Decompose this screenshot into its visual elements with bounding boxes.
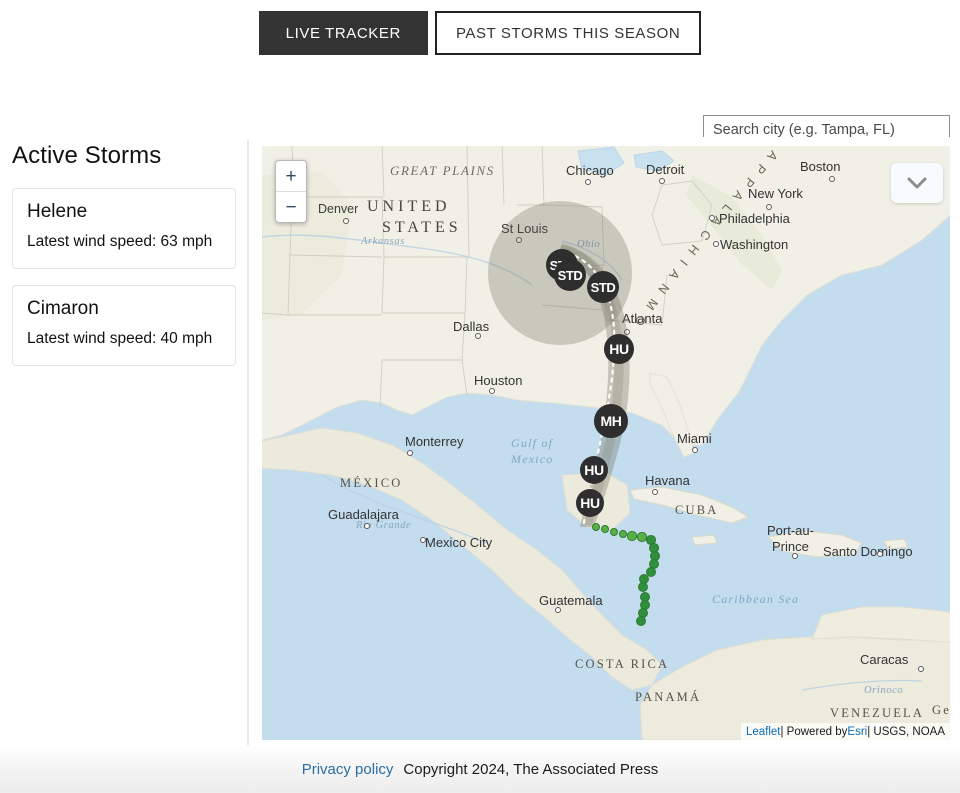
svg-text:A P P A L A C H I A N M O U N: A P P A L A C H I A N M O U N T A I N S — [262, 145, 780, 331]
appalachian-mountains-label: A P P A L A C H I A N M O U N T A I N S — [262, 145, 780, 331]
storm-wind-speed: Latest wind speed: 63 mph — [27, 233, 213, 250]
storm-category-marker[interactable]: HU — [580, 456, 608, 484]
storm-name: Helene — [27, 201, 88, 222]
leaflet-link[interactable]: Leaflet — [746, 726, 781, 738]
storm-name: Cimaron — [27, 298, 99, 320]
storm-track-point[interactable] — [636, 616, 646, 626]
chevron-down-icon — [907, 177, 927, 188]
tab-live-tracker[interactable]: LIVE TRACKER — [258, 11, 428, 55]
esri-link[interactable]: Esri — [847, 726, 867, 738]
storm-category-marker[interactable]: STD — [554, 259, 586, 291]
storm-track-point[interactable] — [638, 582, 648, 592]
view-tabs: LIVE TRACKER PAST STORMS THIS SEASON — [0, 0, 960, 72]
storm-category-marker[interactable]: MH — [594, 404, 628, 438]
storm-map[interactable]: GREAT PLAINS Chicago Detroit Boston Denver UN… — [262, 145, 950, 740]
storm-track-point[interactable] — [637, 532, 647, 542]
tab-live-tracker-label: LIVE TRACKER — [285, 24, 401, 42]
map-attribution: Leaflet | Powered by Esri | USGS, NOAA — [740, 723, 950, 740]
storm-category-marker[interactable]: HU — [576, 489, 604, 517]
tab-past-storms[interactable]: PAST STORMS THIS SEASON — [434, 11, 702, 55]
zoom-out-button[interactable]: − — [276, 192, 306, 222]
page-title: Active Storms — [12, 142, 162, 169]
sidebar-map-divider — [247, 140, 249, 745]
zoom-in-button[interactable]: + — [276, 161, 306, 192]
page-footer: Privacy policy Copyright 2024, The Assoc… — [0, 745, 960, 793]
map-legend-expand-button[interactable] — [891, 163, 943, 203]
attribution-sep-2: | USGS, NOAA — [867, 725, 945, 738]
map-zoom-control: + − — [275, 160, 307, 223]
storm-category-marker[interactable]: HU — [604, 334, 634, 364]
storm-track-point[interactable] — [627, 531, 637, 541]
storm-card-helene[interactable]: Helene Latest wind speed: 63 mph — [12, 188, 236, 270]
storm-wind-speed: Latest wind speed: 40 mph — [27, 330, 213, 348]
tab-past-storms-label: PAST STORMS THIS SEASON — [455, 24, 681, 42]
storm-card-cimaron[interactable]: Cimaron Latest wind speed: 40 mph — [12, 285, 236, 367]
copyright-text: Copyright 2024, The Associated Press — [403, 760, 659, 778]
active-storms-sidebar: Active Storms Helene Latest wind speed: … — [0, 120, 248, 745]
storm-category-marker[interactable]: STD — [587, 271, 619, 303]
attribution-sep-1: | Powered by — [780, 725, 848, 738]
map-top-mask — [262, 137, 950, 146]
privacy-policy-link[interactable]: Privacy policy — [302, 761, 394, 778]
